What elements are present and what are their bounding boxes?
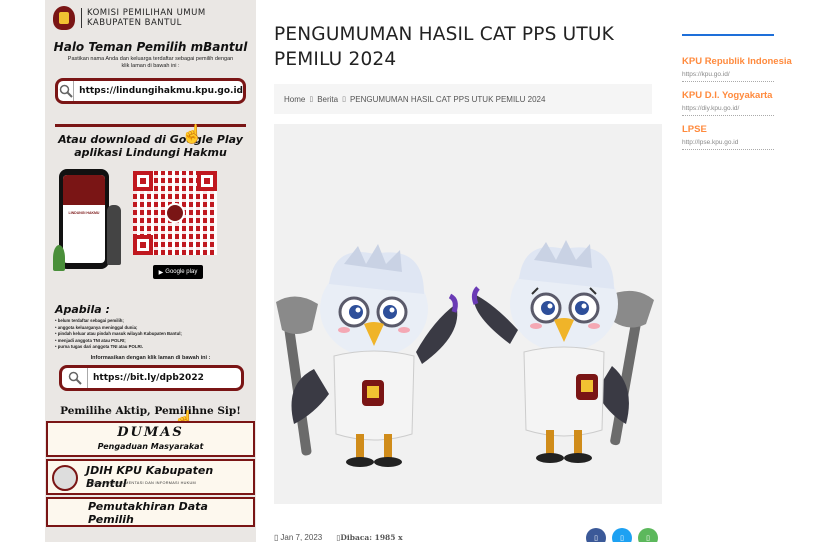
sidebar-link-name[interactable]: LPSE xyxy=(682,124,822,135)
sidebar-link-lpse[interactable]: LPSE http://lpse.kpu.go.id xyxy=(682,124,822,150)
breadcrumb-category[interactable]: Berita xyxy=(317,95,338,104)
kpu-title-line2: KABUPATEN BANTUL xyxy=(87,18,182,28)
sidebar-link-kpu-ri[interactable]: KPU Republik Indonesia https://kpu.go.id… xyxy=(682,56,822,82)
halo-subtitle: Pastikan nama Anda dan keluarga terdafta… xyxy=(67,56,234,69)
sidebar-link-kpu-diy[interactable]: KPU D.I. Yogyakarta https://diy.kpu.go.i… xyxy=(682,90,822,116)
kpu-logo-icon xyxy=(165,203,185,223)
plant-illustration xyxy=(53,245,65,271)
sidebar-link-name[interactable]: KPU D.I. Yogyakarta xyxy=(682,90,822,101)
post-featured-image xyxy=(274,124,662,504)
search-icon xyxy=(62,367,88,388)
google-play-title-line2: aplikasi Lindungi Hakmu xyxy=(74,146,227,159)
post-date: Jan 7, 2023 xyxy=(280,532,323,542)
kpu-title: KOMISI PEMILIHAN UMUM KABUPATEN BANTUL xyxy=(81,8,206,28)
play-icon: ▶ xyxy=(158,269,164,276)
sidebar-link-url: https://kpu.go.id/ xyxy=(682,71,774,82)
main-content: PENGUMUMAN HASIL CAT PPS UTUK PEMILU 202… xyxy=(274,0,664,504)
dumas-title: DUMAS xyxy=(117,424,184,440)
apabila-list: belum terdaftar sebagai pemilih; anggota… xyxy=(55,318,250,351)
lindungihakmu-link[interactable]: https://lindungihakmu.kpu.go.id xyxy=(55,78,246,104)
page: KOMISI PEMILIHAN UMUM KABUPATEN BANTUL H… xyxy=(0,0,829,542)
halo-title: Halo Teman Pemilih mBantul xyxy=(53,40,248,54)
list-item: purna tugas dari anggota TNI atau POLRI. xyxy=(55,344,250,351)
lindungihakmu-url: https://lindungihakmu.kpu.go.id xyxy=(79,86,243,96)
facebook-icon[interactable]: ▯ xyxy=(586,528,606,542)
post-views: ▯Dibaca: 1985 x xyxy=(336,533,402,542)
dpb2022-url: https://bit.ly/dpb2022 xyxy=(93,372,204,383)
dumas-banner[interactable]: DUMAS Pengaduan Masyarakat xyxy=(46,420,255,457)
chevron-right-icon: ▯ xyxy=(309,96,314,103)
sidebar-divider xyxy=(682,34,774,36)
jdih-banner[interactable]: JDIH KPU Kabupaten Bantul JARINGAN DOKUM… xyxy=(46,458,255,495)
breadcrumb-current: PENGUMUMAN HASIL CAT PPS UTUK PEMILU 202… xyxy=(349,94,546,104)
pointer-hand-icon: ☝ xyxy=(181,124,204,144)
person-illustration xyxy=(107,205,121,265)
kpu-header: KOMISI PEMILIHAN UMUM KABUPATEN BANTUL xyxy=(45,0,256,32)
breadcrumb-home[interactable]: Home xyxy=(284,95,305,104)
jdih-subtitle: JARINGAN DOKUMENTASI DAN INFORMASI HUKUM xyxy=(90,480,197,485)
sidebar: KPU Republik Indonesia https://kpu.go.id… xyxy=(682,0,822,150)
sidebar-link-name[interactable]: KPU Republik Indonesia xyxy=(682,56,822,67)
dpb2022-link[interactable]: https://bit.ly/dpb2022 xyxy=(59,364,244,391)
slogan: Pemilihe Aktip, Pemilihne Sip! xyxy=(60,404,241,417)
whatsapp-icon[interactable]: ▯ xyxy=(638,528,658,542)
info-text: Informasikan dengan klik laman di bawah … xyxy=(90,354,211,361)
apabila-title: Apabila : xyxy=(55,303,110,316)
pemutakhiran-title: Pemutakhiran Data Pemilih xyxy=(88,499,208,526)
app-promo: LINDUNGI HAKMU ▶ Google play xyxy=(45,165,256,295)
sidebar-link-url: http://lpse.kpu.go.id xyxy=(682,139,774,150)
kpu-title-line1: KOMISI PEMILIHAN UMUM xyxy=(87,8,206,18)
calendar-icon: ▯ xyxy=(274,532,279,542)
chevron-right-icon: ▯ xyxy=(342,96,346,103)
qr-code xyxy=(133,171,217,255)
jdih-logo-icon xyxy=(52,464,78,491)
dumas-subtitle: Pengaduan Masyarakat xyxy=(97,441,204,451)
mascot-illustration xyxy=(276,240,654,467)
google-play-label: Google play xyxy=(165,269,198,275)
google-play-badge[interactable]: ▶ Google play xyxy=(153,265,203,279)
google-play-title: Atau download di Google Play aplikasi Li… xyxy=(45,133,256,159)
voter-info-banner[interactable]: KOMISI PEMILIHAN UMUM KABUPATEN BANTUL H… xyxy=(45,0,256,542)
twitter-icon[interactable]: ▯ xyxy=(612,528,632,542)
search-icon xyxy=(58,81,75,101)
sidebar-link-url: https://diy.kpu.go.id/ xyxy=(682,105,774,116)
jdih-title: JDIH KPU Kabupaten Bantul xyxy=(86,463,214,490)
divider xyxy=(55,124,246,127)
breadcrumb: Home ▯ Berita ▯ PENGUMUMAN HASIL CAT PPS… xyxy=(274,84,652,114)
phone-illustration: LINDUNGI HAKMU xyxy=(59,169,109,269)
kpu-logo-icon xyxy=(53,6,75,30)
post-views-text: Dibaca: 1985 x xyxy=(340,532,403,542)
post-title: PENGUMUMAN HASIL CAT PPS UTUK PEMILU 202… xyxy=(274,24,614,70)
google-play-title-line1: Atau download di Google Play xyxy=(58,133,243,146)
pemutakhiran-banner[interactable]: Pemutakhiran Data Pemilih xyxy=(46,496,255,527)
